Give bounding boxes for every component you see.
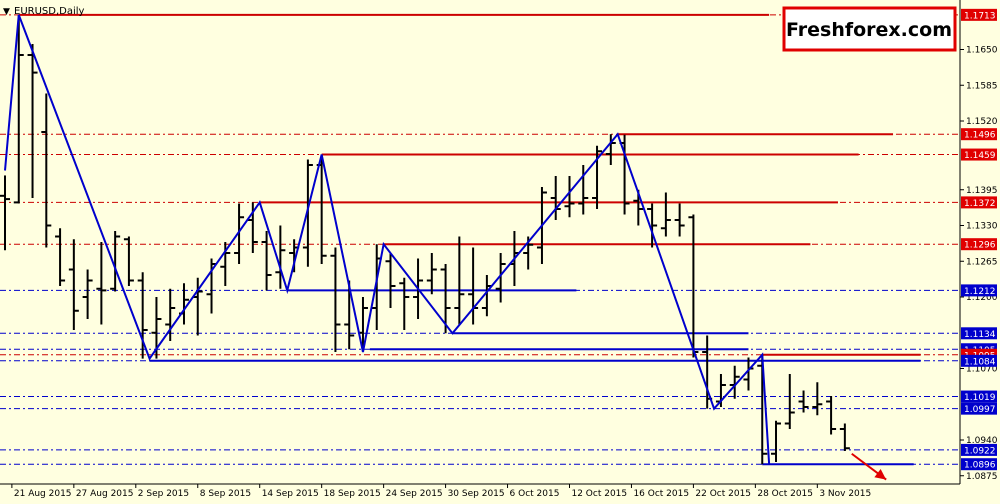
price-tick-label-5: 1.1265 [966, 257, 998, 267]
symbol-menu-icon[interactable]: ▼ [3, 7, 10, 17]
price-tag-label: 1.0896 [964, 461, 996, 471]
price-tick-label-0: 1.1650 [966, 46, 998, 56]
price-tag-label: 1.0997 [964, 405, 996, 415]
price-tick-label-1: 1.1585 [966, 81, 998, 91]
time-tick-label-10: 16 Oct 2015 [633, 489, 689, 499]
price-tick-label-3: 1.1395 [966, 186, 998, 196]
price-tag-0: 1.1713 [961, 8, 997, 21]
price-tag-label: 1.1372 [964, 199, 996, 209]
price-tag-13: 1.0896 [961, 458, 997, 471]
price-tag-11: 1.0997 [961, 402, 997, 415]
price-tag-1: 1.1496 [961, 128, 997, 141]
price-tag-label: 1.1134 [964, 330, 996, 340]
time-tick-label-3: 8 Sep 2015 [200, 489, 251, 499]
time-tick-label-11: 22 Oct 2015 [695, 489, 751, 499]
price-tag-label: 1.1296 [964, 241, 996, 251]
symbol-header[interactable]: ▼ EURUSD,Daily [3, 6, 85, 17]
chart-background [0, 0, 1000, 500]
time-tick-label-8: 6 Oct 2015 [510, 489, 560, 499]
time-tick-label-6: 24 Sep 2015 [386, 489, 443, 499]
time-tick-label-13: 3 Nov 2015 [819, 489, 871, 499]
price-chart[interactable]: 1.1650 1.1585 1.1520 1.1395 1.1330 1.1265 1.12… [0, 0, 1000, 500]
price-tick-label-2: 1.1520 [966, 117, 998, 127]
brand-text: Freshforex.com [786, 19, 952, 41]
time-tick-label-0: 21 Aug 2015 [14, 489, 72, 499]
time-tick-label-2: 2 Sep 2015 [138, 489, 189, 499]
chart-window[interactable]: 1.1650 1.1585 1.1520 1.1395 1.1330 1.1265 1.12… [0, 0, 1000, 500]
price-tick-label-4: 1.1330 [966, 222, 998, 232]
time-tick-label-4: 14 Sep 2015 [262, 489, 319, 499]
time-tick-label-1: 27 Aug 2015 [76, 489, 134, 499]
price-tag-5: 1.1212 [961, 284, 997, 297]
price-tag-label: 1.1713 [964, 11, 996, 21]
price-tag-6: 1.1134 [961, 327, 997, 340]
price-tag-3: 1.1372 [961, 196, 997, 209]
symbol-label: EURUSD,Daily [14, 6, 85, 17]
time-tick-label-5: 18 Sep 2015 [324, 489, 381, 499]
price-tag-9: 1.1084 [961, 354, 997, 367]
time-tick-label-9: 12 Oct 2015 [571, 489, 627, 499]
price-tag-label: 1.1019 [964, 393, 996, 403]
price-tick-label-9: 1.0875 [966, 472, 998, 482]
price-tag-10: 1.1019 [961, 390, 997, 403]
price-tag-12: 1.0922 [961, 443, 997, 456]
price-tag-label: 1.1212 [964, 287, 996, 297]
brand-logo: Freshforex.com [782, 6, 957, 52]
price-tag-4: 1.1296 [961, 238, 997, 251]
time-tick-label-7: 30 Sep 2015 [448, 489, 505, 499]
price-tag-label: 1.0922 [964, 446, 996, 456]
price-tag-label: 1.1459 [964, 151, 996, 161]
price-tag-2: 1.1459 [961, 148, 997, 161]
price-tag-label: 1.1496 [964, 131, 996, 141]
price-tag-label: 1.1084 [964, 357, 996, 367]
time-tick-label-12: 28 Oct 2015 [757, 489, 813, 499]
